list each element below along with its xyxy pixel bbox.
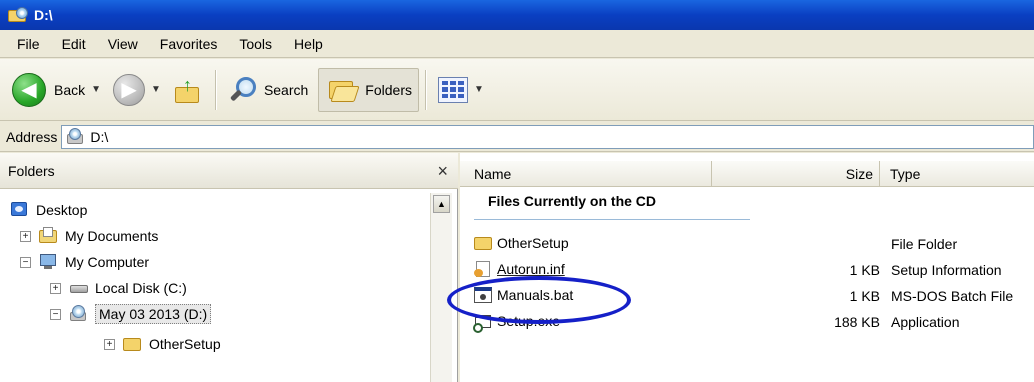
back-dropdown-icon[interactable]: ▼	[91, 84, 101, 95]
folders-pane-title: Folders	[8, 162, 55, 179]
views-button[interactable]: ▼	[432, 68, 490, 112]
tree-item-label: Local Disk (C:)	[95, 280, 187, 296]
file-name: Autorun.inf	[497, 261, 565, 277]
scroll-up-icon[interactable]: ▲	[433, 195, 450, 213]
desktop-icon	[10, 201, 30, 219]
tree-item-label: My Documents	[65, 228, 159, 244]
column-headers: Name Size Type	[460, 160, 1034, 187]
up-folder-button[interactable]: ↑	[167, 68, 209, 112]
forward-arrow-icon: ▶	[113, 73, 146, 106]
views-grid-icon	[437, 76, 468, 103]
menu-help[interactable]: Help	[283, 36, 334, 52]
tree-item-local-disk[interactable]: + Local Disk (C:)	[50, 275, 187, 301]
cd-folder-icon	[6, 6, 30, 24]
toolbar: ◀ Back ▼ ▶ ▼ ↑ Search Folders ▼	[0, 59, 1034, 121]
expand-icon[interactable]: +	[50, 282, 61, 294]
back-arrow-icon: ◀	[12, 72, 46, 107]
tree-scrollbar[interactable]: ▲	[430, 193, 452, 382]
search-icon	[228, 75, 258, 105]
column-header-type[interactable]: Type	[880, 161, 1034, 187]
file-size: 1 KB	[849, 288, 880, 304]
my-documents-icon	[39, 227, 59, 245]
tree-item-my-documents[interactable]: + My Documents	[20, 223, 158, 249]
my-computer-icon	[39, 253, 59, 271]
search-label: Search	[263, 81, 309, 98]
menu-edit[interactable]: Edit	[51, 36, 97, 52]
views-dropdown-icon[interactable]: ▼	[474, 84, 484, 95]
file-type: Application	[891, 314, 960, 330]
address-input[interactable]: D:\	[61, 124, 1034, 149]
column-header-name[interactable]: Name	[460, 160, 712, 187]
file-size: 1 KB	[849, 262, 880, 278]
collapse-icon[interactable]: −	[50, 308, 61, 320]
tree-item-desktop[interactable]: Desktop	[10, 197, 87, 223]
tree-item-label: OtherSetup	[149, 336, 221, 352]
file-type: Setup Information	[891, 262, 1002, 278]
tree-item-label: My Computer	[65, 254, 150, 270]
file-size: 188 KB	[834, 314, 880, 330]
up-folder-icon: ↑	[173, 75, 203, 105]
menu-bar: File Edit View Favorites Tools Help	[0, 30, 1034, 58]
folder-icon	[123, 335, 143, 353]
forward-button[interactable]: ▶ ▼	[107, 68, 167, 112]
file-row-othersetup[interactable]: OtherSetup File Folder	[474, 231, 1034, 257]
highlight-ellipse	[447, 276, 631, 324]
menu-view[interactable]: View	[97, 36, 149, 52]
expand-icon[interactable]: +	[20, 230, 31, 242]
group-divider	[474, 219, 750, 220]
back-label: Back	[54, 81, 86, 98]
back-button[interactable]: ◀ Back ▼	[6, 68, 107, 112]
tree-item-my-computer[interactable]: − My Computer	[20, 249, 149, 275]
tree-item-othersetup[interactable]: + OtherSetup	[104, 331, 221, 357]
file-type: MS-DOS Batch File	[891, 288, 1014, 304]
file-type: File Folder	[891, 236, 958, 252]
menu-tools[interactable]: Tools	[228, 36, 283, 52]
window-title: D:\	[34, 7, 53, 23]
explorer-window: D:\ File Edit View Favorites Tools Help …	[0, 0, 1034, 382]
menu-favorites[interactable]: Favorites	[149, 36, 229, 52]
tree-item-cd-drive[interactable]: − May 03 2013 (D:)	[50, 301, 212, 327]
folders-icon	[325, 75, 360, 105]
file-list-pane: Name Size Type Files Currently on the CD…	[460, 153, 1034, 382]
collapse-icon[interactable]: −	[20, 256, 31, 268]
cd-drive-icon	[66, 127, 86, 146]
tree-item-label: Desktop	[36, 202, 88, 218]
cd-drive-icon	[69, 305, 89, 323]
search-button[interactable]: Search	[222, 68, 314, 112]
setup-info-icon	[474, 260, 494, 278]
folders-pane-header: Folders ×	[0, 153, 458, 189]
tree-item-label: May 03 2013 (D:)	[95, 304, 212, 324]
group-title: Files Currently on the CD	[488, 193, 657, 209]
hard-drive-icon	[69, 279, 89, 297]
address-bar: Address D:\	[0, 122, 1034, 152]
folders-pane: Folders × Desktop + My Documents − My Co…	[0, 153, 458, 382]
column-header-size[interactable]: Size	[712, 160, 880, 187]
toolbar-separator	[424, 69, 426, 110]
close-icon[interactable]: ×	[437, 161, 448, 182]
address-value: D:\	[90, 128, 109, 145]
toolbar-separator	[214, 69, 216, 110]
file-name: OtherSetup	[497, 235, 569, 251]
expand-icon[interactable]: +	[104, 338, 115, 350]
title-bar[interactable]: D:\	[0, 0, 1034, 30]
folders-button[interactable]: Folders	[318, 67, 419, 112]
menu-file[interactable]: File	[6, 36, 51, 52]
folder-icon	[474, 234, 494, 252]
forward-dropdown-icon[interactable]: ▼	[151, 84, 161, 95]
address-label: Address	[6, 128, 58, 145]
folders-label: Folders	[365, 81, 412, 98]
